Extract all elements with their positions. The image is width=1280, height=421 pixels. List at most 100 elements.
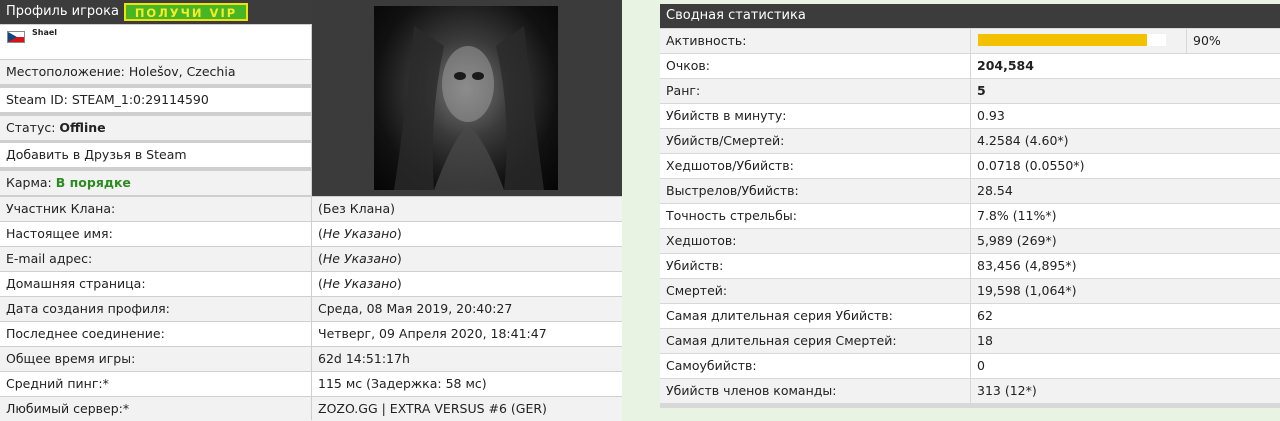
stat-row-label: Убийств: (660, 254, 970, 278)
stat-value-text: 204,584 (977, 58, 1034, 73)
stat-label-text: Хедшотов/Убийств: (666, 158, 794, 173)
not-specified-text: Не Указано (322, 251, 397, 266)
stat-row-value: 204,584 (971, 54, 1280, 78)
status-value: Offline (59, 120, 106, 135)
status-row: Статус: Offline (0, 116, 311, 140)
stat-value-text: 5 (977, 83, 986, 98)
activity-bar-cell (971, 29, 1186, 53)
profile-label-text: Любимый сервер:* (6, 401, 130, 416)
stat-label-text: Убийств: (666, 258, 724, 273)
profile-row-value: Среда, 08 Мая 2019, 20:40:27 (312, 297, 622, 321)
profile-row-value: 62d 14:51:17h (312, 347, 622, 371)
profile-row-label: Дата создания профиля: (0, 297, 311, 321)
stats-title: Сводная статистика (666, 8, 806, 23)
profile-label-text: Общее время игры: (6, 351, 136, 366)
activity-bar (978, 34, 1166, 46)
get-vip-button[interactable]: ПОЛУЧИ VIP (124, 3, 248, 21)
profile-value-text: (Без Клана) (318, 201, 395, 216)
stat-value-text: 19,598 (1,064*) (977, 283, 1077, 298)
stat-row-value: 5 (971, 79, 1280, 103)
stat-value-text: 62 (977, 308, 993, 323)
profile-row-label: Общее время игры: (0, 347, 311, 371)
profile-row-label: Настоящее имя: (0, 222, 311, 246)
profile-row-label: Любимый сервер:* (0, 397, 311, 421)
avatar (374, 6, 558, 190)
stat-row-value: 18 (971, 329, 1280, 353)
location-row: Местоположение: Holešov, Czechia (0, 60, 311, 84)
profile-value-text: Четверг, 09 Апреля 2020, 18:41:47 (318, 326, 547, 341)
stat-value-text: 0.0718 (0.0550*) (977, 158, 1085, 173)
stat-row-label: Убийств/Смертей: (660, 129, 970, 153)
activity-bar-fill (978, 34, 1148, 46)
stat-row-value: 62 (971, 304, 1280, 328)
nickname-row: Shael (0, 25, 311, 59)
profile-row-value: (Не Указано) (312, 247, 622, 271)
stat-value-text: 5,989 (269*) (977, 233, 1057, 248)
stat-row-label: Самоубийств: (660, 354, 970, 378)
profile-value-text: 115 мс (Задержка: 58 мс) (318, 376, 487, 391)
stat-row-value: 0 (971, 354, 1280, 378)
player-nickname: Shael (32, 28, 58, 37)
add-friend-row[interactable]: Добавить в Друзья в Steam (0, 143, 311, 167)
bottom-links-strip (662, 410, 1262, 420)
location-text: Местоположение: Holešov, Czechia (6, 64, 236, 79)
stat-label-text: Ранг: (666, 83, 701, 98)
stat-value-text: 0 (977, 358, 985, 373)
profile-row-value: 115 мс (Задержка: 58 мс) (312, 372, 622, 396)
profile-title: Профиль игрока (6, 4, 119, 19)
profile-value-text: 62d 14:51:17h (318, 351, 410, 366)
not-specified-text: Не Указано (322, 276, 397, 291)
stat-label-text: Точность стрельбы: (666, 208, 797, 223)
summary-stats-panel: Сводная статистика Активность: 90% Очков… (660, 4, 1280, 408)
stat-row-label: Ранг: (660, 79, 970, 103)
profile-row-label: Средний пинг:* (0, 372, 311, 396)
activity-label-cell: Активность: (660, 29, 970, 53)
not-specified-text: Не Указано (322, 226, 397, 241)
stat-row-label: Хедшотов: (660, 229, 970, 253)
stat-label-text: Убийств/Смертей: (666, 133, 785, 148)
stat-row-label: Выстрелов/Убийств: (660, 179, 970, 203)
stat-row-value: 0.0718 (0.0550*) (971, 154, 1280, 178)
profile-label-text: Средний пинг:* (6, 376, 109, 391)
stat-value-text: 83,456 (4,895*) (977, 258, 1077, 273)
paren-close: ) (396, 251, 402, 266)
stat-value-text: 0.93 (977, 108, 1005, 123)
stat-row-value: 5,989 (269*) (971, 229, 1280, 253)
stat-row-label: Смертей: (660, 279, 970, 303)
stat-row-value: 28.54 (971, 179, 1280, 203)
stat-row-value: 313 (12*) (971, 379, 1280, 403)
stat-label-text: Самая длительная серия Убийств: (666, 308, 893, 323)
add-friend-link[interactable]: Добавить в Друзья в Steam (6, 147, 187, 162)
profile-label-text: Дата создания профиля: (6, 301, 170, 316)
stat-row-value: 7.8% (11%*) (971, 204, 1280, 228)
stat-value-text: 28.54 (977, 183, 1013, 198)
profile-label-text: E-mail адрес: (6, 251, 93, 266)
status-label: Статус: (6, 120, 56, 135)
stat-row-label: Точность стрельбы: (660, 204, 970, 228)
stats-header: Сводная статистика (660, 4, 1280, 28)
activity-percent-cell: 90% (1187, 29, 1280, 53)
profile-row-label: Последнее соединение: (0, 322, 311, 346)
stat-value-text: 7.8% (11%*) (977, 208, 1057, 223)
stat-row-value: 4.2584 (4.60*) (971, 129, 1280, 153)
stat-row-value: 83,456 (4,895*) (971, 254, 1280, 278)
profile-value-text: ZOZO.GG | EXTRA VERSUS #6 (GER) (318, 401, 547, 416)
profile-row-label: Участник Клана: (0, 197, 311, 221)
stat-row-label: Убийств в минуту: (660, 104, 970, 128)
profile-row-value: (Не Указано) (312, 272, 622, 296)
profile-header: Профиль игрока ПОЛУЧИ VIP (0, 0, 312, 24)
profile-row-label: E-mail адрес: (0, 247, 311, 271)
stat-label-text: Убийств членов команды: (666, 383, 837, 398)
karma-value: В порядке (55, 175, 131, 190)
profile-row-label: Домашняя страница: (0, 272, 311, 296)
stat-row-label: Очков: (660, 54, 970, 78)
player-profile-panel: Профиль игрока ПОЛУЧИ VIP Shael Местопол… (0, 0, 622, 421)
profile-row-value: (Не Указано) (312, 222, 622, 246)
activity-label: Активность: (666, 33, 747, 48)
stat-label-text: Хедшотов: (666, 233, 737, 248)
stat-label-text: Самоубийств: (666, 358, 757, 373)
stat-label-text: Убийств в минуту: (666, 108, 787, 123)
karma-label: Карма: (6, 175, 52, 190)
stat-row-label: Убийств членов команды: (660, 379, 970, 403)
profile-label-text: Участник Клана: (6, 201, 116, 216)
